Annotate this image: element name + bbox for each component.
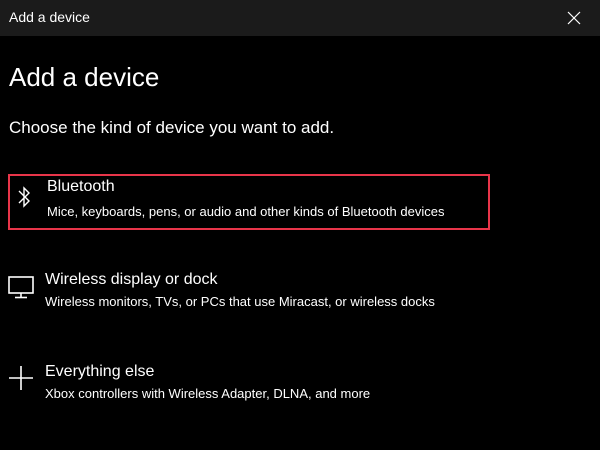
bluetooth-option-title: Bluetooth (47, 178, 115, 195)
page-subtitle: Choose the kind of device you want to ad… (9, 118, 335, 137)
close-button[interactable] (552, 0, 596, 36)
wireless-display-option-title: Wireless display or dock (45, 271, 218, 288)
window-title: Add a device (9, 9, 90, 25)
bluetooth-option[interactable]: Bluetooth Mice, keyboards, pens, or audi… (8, 174, 490, 230)
close-icon (567, 11, 581, 25)
everything-else-option-title: Everything else (45, 363, 155, 380)
bluetooth-icon (18, 186, 30, 208)
page-title: Add a device (9, 62, 160, 92)
everything-else-option[interactable]: Everything else Xbox controllers with Wi… (8, 361, 490, 417)
monitor-icon (8, 276, 34, 299)
bluetooth-option-description: Mice, keyboards, pens, or audio and othe… (47, 204, 445, 219)
everything-else-option-description: Xbox controllers with Wireless Adapter, … (45, 386, 371, 401)
title-bar: Add a device (0, 0, 600, 36)
wireless-display-option[interactable]: Wireless display or dock Wireless monito… (8, 268, 490, 324)
plus-icon (9, 366, 33, 390)
wireless-display-option-description: Wireless monitors, TVs, or PCs that use … (45, 294, 435, 309)
